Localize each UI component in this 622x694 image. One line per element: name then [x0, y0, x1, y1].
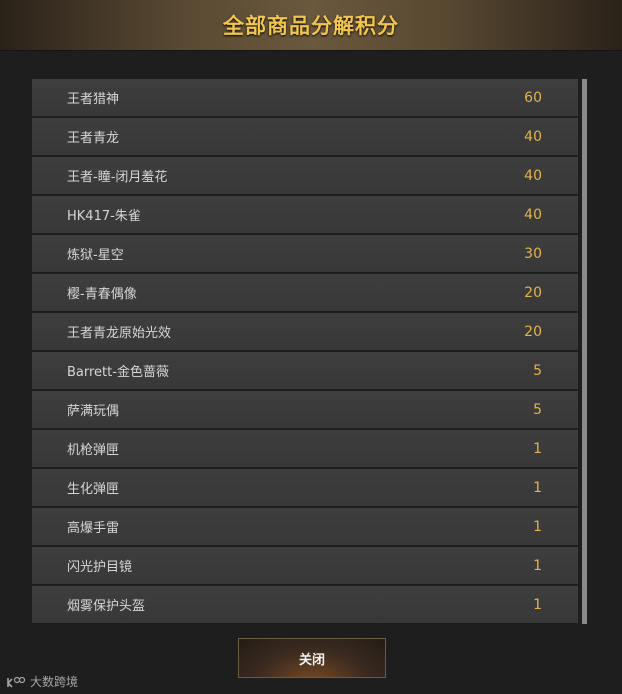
watermark-logo-icon [7, 676, 26, 688]
list-item[interactable]: 王者青龙 40 [32, 118, 578, 155]
item-name: 机枪弹匣 [67, 443, 120, 458]
list-item[interactable]: 王者-瞳-闭月羞花 40 [32, 157, 578, 194]
item-name: 炼狱-星空 [67, 248, 124, 263]
list-item[interactable]: HK417-朱雀 40 [32, 196, 578, 233]
list-item[interactable]: 王者青龙原始光效 20 [32, 313, 578, 350]
item-name: 萨满玩偶 [67, 404, 120, 419]
list-item[interactable]: 生化弹匣 1 [32, 469, 578, 506]
item-name: 王者-瞳-闭月羞花 [67, 170, 168, 185]
dialog-header: 全部商品分解积分 [0, 0, 622, 51]
item-points: 40 [524, 206, 542, 223]
item-name: 烟雾保护头盔 [67, 599, 146, 614]
list-item[interactable]: 烟雾保护头盔 1 [32, 586, 578, 623]
list-item[interactable]: 机枪弹匣 1 [32, 430, 578, 467]
list-item[interactable]: 闪光护目镜 1 [32, 547, 578, 584]
item-points: 30 [524, 245, 542, 262]
item-points: 5 [533, 401, 542, 418]
watermark-text: 大数跨境 [30, 675, 79, 689]
item-points: 20 [524, 284, 542, 301]
item-points: 40 [524, 167, 542, 184]
item-points: 1 [533, 596, 542, 613]
scrollbar[interactable] [582, 79, 587, 624]
list-item[interactable]: 高爆手雷 1 [32, 508, 578, 545]
close-button[interactable]: 关闭 [238, 638, 386, 678]
list-item[interactable]: Barrett-金色蔷薇 5 [32, 352, 578, 389]
list-item[interactable]: 萨满玩偶 5 [32, 391, 578, 428]
item-name: 闪光护目镜 [67, 560, 133, 575]
item-points: 1 [533, 479, 542, 496]
list-item[interactable]: 王者猎神 60 [32, 79, 578, 116]
item-points: 1 [533, 440, 542, 457]
item-points: 20 [524, 323, 542, 340]
item-points: 1 [533, 518, 542, 535]
item-name: 生化弹匣 [67, 482, 120, 497]
item-name: 王者青龙 [67, 131, 120, 146]
item-name: 王者猎神 [67, 92, 120, 107]
item-points: 60 [524, 89, 542, 106]
list-item[interactable]: 樱-青春偶像 20 [32, 274, 578, 311]
item-list[interactable]: 王者猎神 60 王者青龙 40 王者-瞳-闭月羞花 40 HK417-朱雀 40 炼狱-星空 30… [32, 79, 578, 624]
item-name: 高爆手雷 [67, 521, 120, 536]
item-name: Barrett-金色蔷薇 [67, 365, 169, 380]
item-points: 5 [533, 362, 542, 379]
watermark: 大数跨境 [6, 673, 78, 690]
item-name: 王者青龙原始光效 [67, 326, 172, 341]
item-points: 1 [533, 557, 542, 574]
item-name: 樱-青春偶像 [67, 287, 137, 302]
scrollbar-thumb[interactable] [582, 79, 587, 624]
list-item[interactable]: 炼狱-星空 30 [32, 235, 578, 272]
item-points: 40 [524, 128, 542, 145]
item-name: HK417-朱雀 [67, 209, 141, 224]
dialog-title: 全部商品分解积分 [223, 14, 399, 38]
